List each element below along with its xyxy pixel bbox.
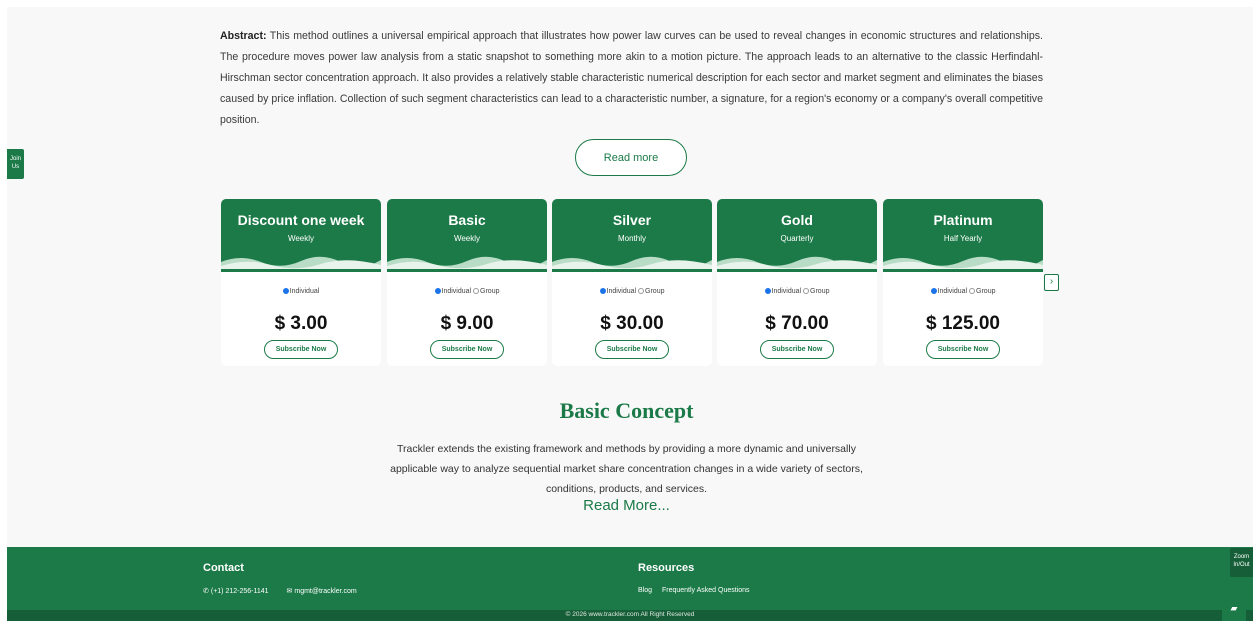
plan-period: Weekly: [453, 234, 481, 243]
radio-group[interactable]: [803, 288, 810, 294]
plan-options: Individual Group: [717, 288, 877, 298]
plan-period: Weekly: [287, 234, 315, 243]
plan-card-platinum: Platinum Half Yearly Individual Group $ …: [883, 199, 1043, 366]
resources-links: Blog Frequently Asked Questions: [638, 587, 758, 594]
envelope-icon: ✉: [286, 588, 293, 595]
plan-price: $ 70.00: [765, 313, 829, 334]
subscribe-now-button[interactable]: Subscribe Now: [430, 340, 504, 359]
radio-group-label: Group: [645, 288, 665, 295]
subscribe-now-button[interactable]: Subscribe Now: [926, 340, 1000, 359]
contact-phone[interactable]: ✆ (+1) 212-256-1141: [203, 588, 277, 595]
wave-decoration: [387, 256, 547, 272]
plan-price: $ 3.00: [274, 313, 328, 334]
radio-individual-label: Individual: [937, 288, 968, 295]
subscribe-now-button[interactable]: Subscribe Now: [264, 340, 338, 359]
plan-header: Basic Weekly: [387, 199, 547, 272]
radio-individual[interactable]: [434, 288, 441, 294]
plan-title: Basic: [448, 212, 486, 228]
abstract-text: This method outlines a universal empiric…: [220, 30, 1043, 126]
contact-details: ✆ (+1) 212-256-1141 ✉ mgmt@trackler.com: [203, 587, 373, 595]
plan-header: Gold Quarterly: [717, 199, 877, 272]
chevron-right-icon[interactable]: ›: [1044, 274, 1059, 291]
join-us-line2: Us: [11, 164, 20, 170]
subscribe-now-button[interactable]: Subscribe Now: [595, 340, 669, 359]
radio-individual[interactable]: [599, 288, 606, 294]
plan-options: Individual: [221, 288, 381, 298]
wave-decoration: [883, 256, 1043, 272]
plan-options: Individual Group: [387, 288, 547, 298]
plan-price: $ 9.00: [440, 313, 494, 334]
plan-card-silver: Silver Monthly Individual Group $ 30.00 …: [552, 199, 712, 366]
radio-individual[interactable]: [282, 288, 289, 294]
zoom-line1: Zoom: [1233, 554, 1250, 560]
email-address: mgmt@trackler.com: [294, 588, 357, 595]
resources-heading: Resources: [638, 562, 695, 574]
plan-period: Half Yearly: [943, 234, 983, 243]
phone-icon: ✆: [203, 588, 209, 595]
faq-link[interactable]: Frequently Asked Questions: [662, 587, 750, 594]
chat-icon[interactable]: ▰: [1222, 598, 1246, 621]
plan-title: Gold: [781, 212, 813, 228]
plan-period: Quarterly: [780, 234, 814, 243]
radio-group[interactable]: [638, 288, 645, 294]
join-us-line1: Join: [9, 156, 21, 162]
plan-options: Individual Group: [552, 288, 712, 298]
plan-price: $ 125.00: [926, 313, 1000, 334]
plan-header: Discount one week Weekly: [221, 199, 381, 272]
site-footer: Contact ✆ (+1) 212-256-1141 ✉ mgmt@trackle…: [7, 547, 1253, 621]
zoom-line2: In/Out: [1233, 562, 1250, 568]
radio-individual-label: Individual: [771, 288, 802, 295]
copyright-text: © 2026 www.trackler.com All Right Reserv…: [565, 611, 695, 618]
abstract-label: Abstract:: [220, 30, 267, 42]
join-us-tab[interactable]: Join Us: [7, 149, 24, 179]
read-more-button[interactable]: Read more: [575, 139, 687, 176]
plan-period: Monthly: [617, 234, 646, 243]
wave-decoration: [717, 256, 877, 272]
plan-price: $ 30.00: [600, 313, 664, 334]
plan-title: Silver: [612, 212, 652, 228]
subscribe-now-button[interactable]: Subscribe Now: [760, 340, 834, 359]
plan-options: Individual Group: [883, 288, 1043, 298]
radio-individual-label: Individual: [441, 288, 472, 295]
radio-group-label: Group: [810, 288, 830, 295]
contact-email[interactable]: ✉ mgmt@trackler.com: [287, 588, 365, 595]
plan-title: Platinum: [933, 212, 993, 228]
blog-link[interactable]: Blog: [638, 587, 652, 594]
phone-number: (+1) 212-256-1141: [210, 588, 269, 595]
radio-individual[interactable]: [930, 288, 937, 294]
plan-header: Platinum Half Yearly: [883, 199, 1043, 272]
radio-individual[interactable]: [764, 288, 771, 294]
wave-decoration: [221, 256, 381, 272]
basic-concept-text: Trackler extends the existing framework …: [390, 443, 863, 495]
radio-group-label: Group: [480, 288, 500, 295]
plan-card-discount: Discount one week Weekly Individual $ 3.…: [221, 199, 381, 366]
plan-header: Silver Monthly: [552, 199, 712, 272]
radio-individual-label: Individual: [606, 288, 637, 295]
basic-concept-heading: Basic Concept: [559, 398, 694, 423]
radio-group[interactable]: [969, 288, 976, 294]
zoom-toggle-button[interactable]: Zoom In/Out: [1230, 548, 1253, 577]
plan-card-gold: Gold Quarterly Individual Group $ 70.00 …: [717, 199, 877, 366]
contact-heading: Contact: [203, 562, 244, 574]
read-more-link[interactable]: Read More...: [0, 497, 1253, 514]
abstract-paragraph: Abstract: This method outlines a univers…: [220, 26, 1043, 131]
wave-decoration: [552, 256, 712, 272]
radio-group[interactable]: [473, 288, 480, 294]
plan-title: Discount one week: [237, 212, 365, 228]
radio-group-label: Group: [976, 288, 996, 295]
plan-card-basic: Basic Weekly Individual Group $ 9.00 Sub…: [387, 199, 547, 366]
copyright-bar: © 2026 www.trackler.com All Right Reserv…: [7, 610, 1253, 621]
radio-individual-label: Individual: [289, 288, 320, 295]
